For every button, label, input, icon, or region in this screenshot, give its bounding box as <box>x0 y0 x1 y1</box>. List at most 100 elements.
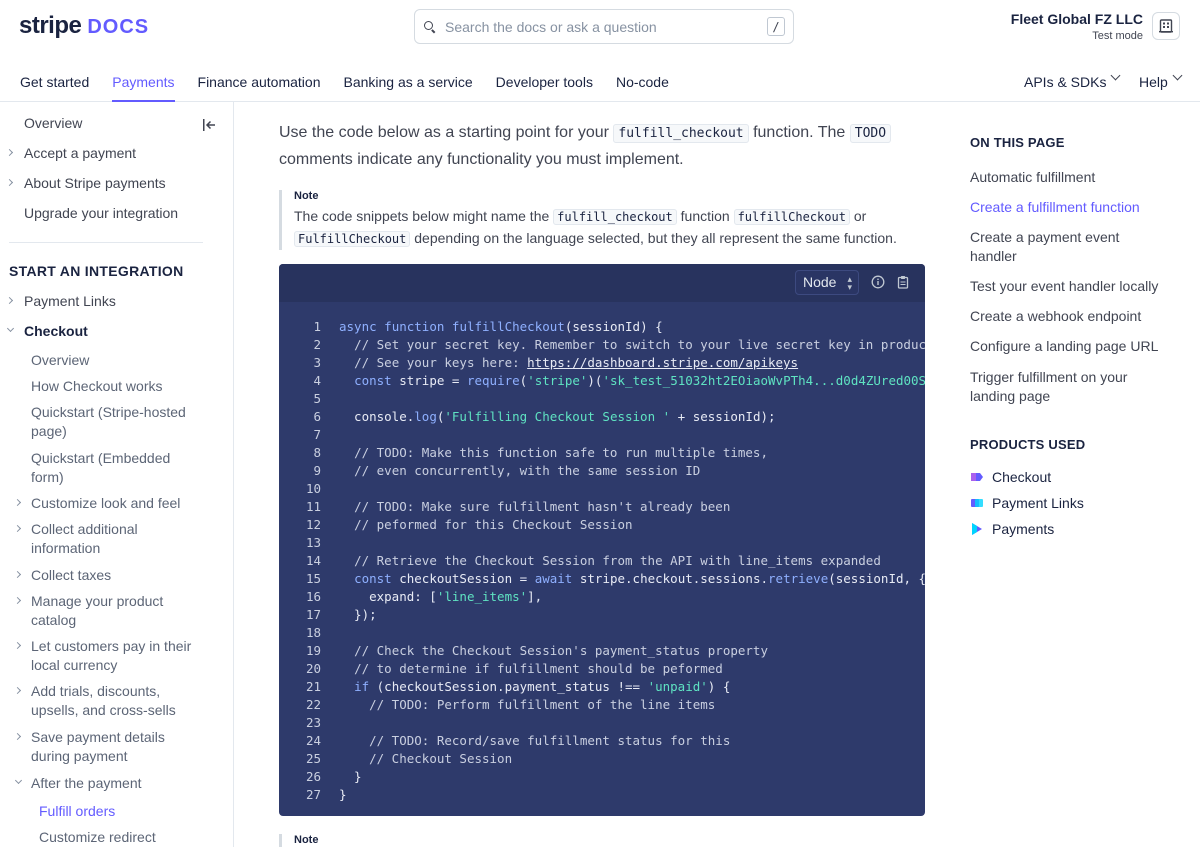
sidebar-item-save-payment-details[interactable]: Save payment details during payment <box>31 728 181 766</box>
chevron-down-icon <box>1172 70 1183 81</box>
chevron-right-icon <box>13 686 22 695</box>
main-nav: Get started Payments Finance automation … <box>20 74 692 102</box>
code-line-number: 15 <box>305 571 321 586</box>
note-label: Note <box>294 190 319 202</box>
inline-code: TODO <box>849 124 892 143</box>
chevron-down-icon <box>1111 70 1121 81</box>
info-icon[interactable] <box>871 275 885 289</box>
note-callout: Note The code snippets below might name … <box>279 190 924 250</box>
toc-item-create-webhook-endpoint[interactable]: Create a webhook endpoint <box>970 307 1170 326</box>
sidebar-item-customize-look[interactable]: Customize look and feel <box>31 494 180 513</box>
account-switcher[interactable]: Fleet Global FZ LLC Test mode <box>1011 11 1143 42</box>
code-line: // Check the Checkout Session's payment_… <box>354 643 768 658</box>
sidebar-item-checkout-overview[interactable]: Overview <box>31 351 89 370</box>
note-text-part: The code snippets below might name the <box>294 208 554 224</box>
sidebar-item-about-stripe-payments[interactable]: About Stripe payments <box>24 174 166 193</box>
code-line: }); <box>339 607 377 622</box>
sidebar-item-product-catalog[interactable]: Manage your product catalog <box>31 592 181 630</box>
sidebar-item-payment-links[interactable]: Payment Links <box>24 292 116 311</box>
code-line: // to determine if fulfillment should be… <box>354 661 723 676</box>
stripe-docs-logo[interactable]: stripe DOCS <box>19 12 149 40</box>
product-checkout[interactable]: Checkout <box>970 469 1051 485</box>
sidebar-item-collect-info[interactable]: Collect additional information <box>31 520 161 558</box>
sidebar-item-local-currency[interactable]: Let customers pay in their local currenc… <box>31 637 201 675</box>
sidebar-item-accept-a-payment[interactable]: Accept a payment <box>24 144 136 163</box>
language-select-value: Node <box>803 274 837 290</box>
sidebar-item-quickstart-embedded[interactable]: Quickstart (Embedded form) <box>31 449 201 487</box>
note-text-part: or <box>849 208 867 224</box>
sidebar-item-customize-redirect[interactable]: Customize redirect <box>39 828 156 847</box>
select-arrows-icon: ▴ ▾ <box>847 274 852 292</box>
code-line: // See your keys here: https://dashboard… <box>354 355 799 370</box>
logo-stripe-text: stripe <box>19 12 82 39</box>
nav-payments[interactable]: Payments <box>112 74 175 102</box>
sidebar-item-checkout[interactable]: Checkout <box>24 322 88 341</box>
inline-code: FulfillCheckout <box>294 231 411 247</box>
payments-product-icon <box>972 523 982 535</box>
language-select[interactable]: Node ▴ ▾ <box>795 270 859 295</box>
product-payments[interactable]: Payments <box>970 521 1054 537</box>
sidebar-item-trials-discounts[interactable]: Add trials, discounts, upsells, and cros… <box>31 682 191 720</box>
account-mode: Test mode <box>1092 30 1143 42</box>
code-line-number: 17 <box>305 607 321 622</box>
chevron-right-icon <box>13 570 22 579</box>
code-line: } <box>339 769 362 784</box>
code-line-number: 23 <box>305 715 321 730</box>
toc-item-test-event-handler[interactable]: Test your event handler locally <box>970 277 1170 296</box>
nav-finance-automation[interactable]: Finance automation <box>198 74 321 102</box>
account-name: Fleet Global FZ LLC <box>1010 11 1143 27</box>
code-line-number: 24 <box>305 733 321 748</box>
sidebar-item-fulfill-orders[interactable]: Fulfill orders <box>39 802 115 821</box>
nav-help-label: Help <box>1139 74 1168 90</box>
code-line-number: 22 <box>305 697 321 712</box>
toc-item-automatic-fulfillment[interactable]: Automatic fulfillment <box>970 168 1170 187</box>
code-line: async function fulfillCheckout(sessionId… <box>339 319 663 334</box>
logo-docs-text: DOCS <box>87 16 150 38</box>
product-payment-links[interactable]: Payment Links <box>970 495 1084 511</box>
copy-icon[interactable] <box>896 275 910 289</box>
code-line: // Checkout Session <box>369 751 513 766</box>
nav-get-started[interactable]: Get started <box>20 74 89 102</box>
code-line-number: 11 <box>305 499 321 514</box>
code-line-number: 9 <box>313 463 321 478</box>
nav-banking-as-a-service[interactable]: Banking as a service <box>343 74 472 102</box>
nav-apis-sdks-label: APIs & SDKs <box>1024 74 1107 90</box>
nav-no-code[interactable]: No-code <box>616 74 669 102</box>
product-payment-links-label: Payment Links <box>992 495 1084 511</box>
nav-apis-sdks[interactable]: APIs & SDKs <box>1024 70 1121 90</box>
note-text: The code snippets below might name the f… <box>294 206 924 250</box>
inline-code: fulfillCheckout <box>733 209 850 225</box>
sidebar-item-overview[interactable]: Overview <box>24 114 82 133</box>
left-sidebar: Overview Accept a payment About Stripe p… <box>0 102 234 847</box>
sidebar-item-upgrade-integration[interactable]: Upgrade your integration <box>24 204 178 223</box>
sidebar-item-collect-taxes[interactable]: Collect taxes <box>31 566 111 585</box>
code-line: // TODO: Make sure fulfillment hasn't al… <box>354 499 731 514</box>
collapse-sidebar-icon[interactable] <box>202 118 218 132</box>
code-line-number: 13 <box>305 535 321 550</box>
code-line-number: 7 <box>313 427 321 442</box>
search-input[interactable]: Search the docs or ask a question / <box>414 9 794 44</box>
payment-links-product-icon <box>971 499 983 507</box>
products-used-title: PRODUCTS USED <box>970 437 1086 452</box>
code-line: expand: ['line_items'], <box>339 589 543 604</box>
account-building-icon[interactable] <box>1152 12 1180 40</box>
code-line-number: 18 <box>305 625 321 640</box>
sidebar-item-quickstart-hosted[interactable]: Quickstart (Stripe-hosted page) <box>31 403 201 441</box>
nav-developer-tools[interactable]: Developer tools <box>496 74 593 102</box>
note-text-part: function <box>676 208 734 224</box>
top-header: stripe DOCS Search the docs or ask a que… <box>0 0 1200 102</box>
intro-text: function. The <box>748 124 850 141</box>
note-label: Note <box>294 834 319 846</box>
chevron-down-icon <box>14 776 23 785</box>
toc-item-trigger-fulfillment[interactable]: Trigger fulfillment on your landing page <box>970 368 1150 406</box>
nav-help[interactable]: Help <box>1139 70 1183 90</box>
code-line-number: 6 <box>313 409 321 424</box>
sidebar-item-after-payment[interactable]: After the payment <box>31 774 142 793</box>
toc-item-configure-landing-page[interactable]: Configure a landing page URL <box>970 337 1170 356</box>
toc-item-create-fulfillment-function[interactable]: Create a fulfillment function <box>970 198 1170 217</box>
code-line-number: 1 <box>313 319 321 334</box>
toc-item-create-payment-event-handler[interactable]: Create a payment event handler <box>970 228 1150 266</box>
inline-code: fulfill_checkout <box>553 209 677 225</box>
sidebar-item-how-checkout-works[interactable]: How Checkout works <box>31 377 163 396</box>
code-line-number: 4 <box>313 373 321 388</box>
